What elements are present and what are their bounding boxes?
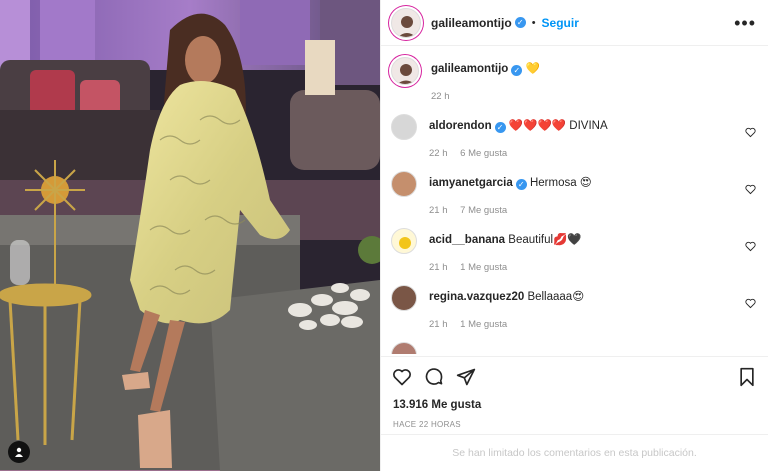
comment-content: Beautiful💋🖤 (508, 234, 582, 246)
comment-item: aldorendon ✓ ❤️❤️❤️❤️ DIVINA 22 h 6 Me gu… (391, 102, 756, 159)
verified-badge-icon: ✓ (514, 17, 526, 28)
comments-limited-notice: Se han limitado los comentarios en esta … (381, 434, 768, 471)
commenter-avatar[interactable] (391, 228, 417, 254)
comment-meta: 21 h 1 Me gusta (429, 262, 756, 273)
verified-badge-icon: ✓ (511, 65, 523, 76)
comment-text: iamyanetgarcia ✓ Hermosa 😍 (429, 171, 756, 191)
post-timestamp: HACE 22 HORAS (393, 420, 461, 429)
like-comment-heart-icon[interactable] (745, 184, 756, 195)
caption: galileamontijo ✓ 💛 22 h (391, 47, 756, 102)
post-actions-bar (381, 356, 768, 396)
caption-emoji: 💛 (525, 63, 540, 75)
comment-username[interactable]: acid__banana (429, 234, 505, 246)
comment-text: aldorendon ✓ ❤️❤️❤️❤️ DIVINA (429, 114, 756, 134)
caption-time: 22 h (431, 91, 450, 102)
comment-text: regina.vazquez20 Bellaaaa😍 (429, 285, 756, 305)
bookmark-icon[interactable] (736, 366, 758, 388)
post-photo[interactable] (0, 0, 380, 471)
comment-time: 21 h (429, 319, 448, 330)
author-username[interactable]: galileamontijo (431, 16, 512, 30)
comment-likes[interactable]: 6 Me gusta (460, 148, 507, 159)
comments-list[interactable]: galileamontijo ✓ 💛 22 h aldorendon ✓ ❤️❤️❤… (381, 47, 768, 354)
verified-badge-icon: ✓ (494, 122, 506, 133)
comment-time: 22 h (429, 148, 448, 159)
comment-body: acid__banana Beautiful💋🖤 21 h 1 Me gusta (429, 228, 756, 273)
share-icon[interactable] (455, 366, 477, 388)
caption-body: galileamontijo ✓ 💛 22 h (431, 57, 756, 102)
comment-item: iamyanetgarcia ✓ Hermosa 😍 21 h 7 Me gust… (391, 159, 756, 216)
post-header: galileamontijo ✓ • Seguir ••• (381, 0, 768, 46)
caption-username[interactable]: galileamontijo (431, 63, 508, 75)
caption-text: galileamontijo ✓ 💛 (431, 57, 756, 77)
comment-body: regina.vazquez20 Bellaaaa😍 21 h 1 Me gus… (429, 285, 756, 330)
like-comment-heart-icon[interactable] (745, 298, 756, 309)
commenter-avatar[interactable] (391, 342, 417, 354)
heart-icon[interactable] (391, 366, 413, 388)
post-side-panel: galileamontijo ✓ • Seguir ••• galileamon… (380, 0, 768, 471)
comment-meta: 21 h 7 Me gusta (429, 205, 756, 216)
comment-likes[interactable]: 7 Me gusta (460, 205, 507, 216)
comment-meta: 21 h 1 Me gusta (429, 319, 756, 330)
comment-likes[interactable]: 1 Me gusta (460, 262, 507, 273)
verified-badge-icon: ✓ (515, 179, 527, 190)
comment-body: aldorendon ✓ ❤️❤️❤️❤️ DIVINA 22 h 6 Me gu… (429, 114, 756, 159)
caption-meta: 22 h (431, 91, 756, 102)
comment-meta: 22 h 6 Me gusta (429, 148, 756, 159)
comment-body: iamyanetgarcia ✓ Hermosa 😍 21 h 7 Me gust… (429, 171, 756, 216)
separator-dot: • (531, 16, 536, 29)
likes-count[interactable]: 13.916 Me gusta (393, 399, 481, 411)
comment-content: ❤️❤️❤️❤️ DIVINA (508, 120, 608, 132)
commenter-avatar[interactable] (391, 171, 417, 197)
comment-username[interactable]: regina.vazquez20 (429, 291, 524, 303)
like-comment-heart-icon[interactable] (745, 127, 756, 138)
instagram-post-modal: galileamontijo ✓ • Seguir ••• galileamon… (0, 0, 768, 471)
follow-button[interactable]: Seguir (542, 16, 579, 30)
comment-likes[interactable]: 1 Me gusta (460, 319, 507, 330)
commenter-avatar[interactable] (391, 114, 417, 140)
author-avatar[interactable] (391, 57, 419, 85)
comment-item-partial (391, 330, 756, 354)
commenter-avatar[interactable] (391, 285, 417, 311)
comment-content: Hermosa 😍 (529, 177, 592, 189)
comment-content: Bellaaaa😍 (527, 291, 585, 303)
comment-item: regina.vazquez20 Bellaaaa😍 21 h 1 Me gus… (391, 273, 756, 330)
more-options-icon[interactable]: ••• (734, 14, 756, 32)
post-image (0, 0, 380, 471)
comment-text: acid__banana Beautiful💋🖤 (429, 228, 756, 248)
like-comment-heart-icon[interactable] (745, 241, 756, 252)
comment-item: acid__banana Beautiful💋🖤 21 h 1 Me gusta (391, 216, 756, 273)
comment-username[interactable]: iamyanetgarcia (429, 177, 513, 189)
author-avatar[interactable] (391, 7, 421, 38)
comment-icon[interactable] (423, 366, 445, 388)
comment-time: 21 h (429, 205, 448, 216)
user-tag-icon[interactable] (8, 441, 30, 463)
comment-username[interactable]: aldorendon (429, 120, 492, 132)
comment-time: 21 h (429, 262, 448, 273)
